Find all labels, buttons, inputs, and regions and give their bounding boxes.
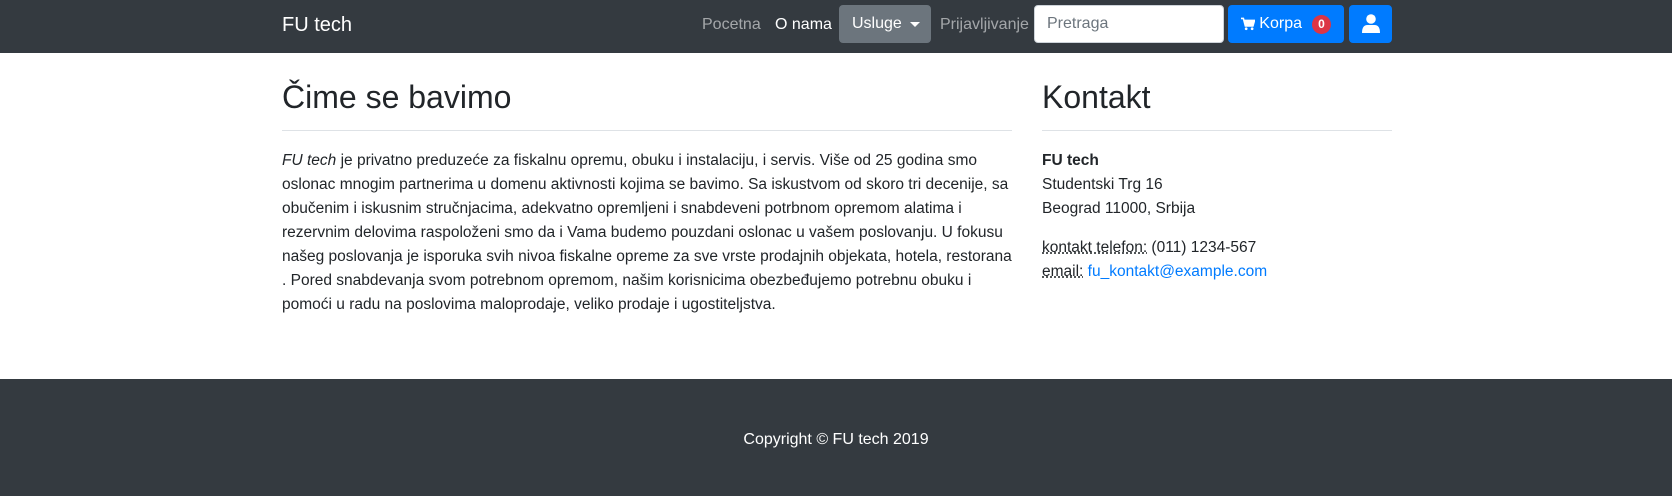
about-divider [282,130,1012,131]
services-dropdown-label: Usluge [852,15,902,32]
about-title: Čime se bavimo [282,79,512,115]
cart-label: Korpa [1259,15,1302,32]
nav-link-about[interactable]: O nama [775,15,832,35]
user-account-button[interactable] [1349,5,1392,43]
contact-spacer [1042,221,1392,236]
about-section: Čime se bavimo FU tech je privatno predu… [282,53,1012,317]
about-paragraph: FU tech je privatno preduzeće za fiskaln… [282,149,1012,317]
contact-street: Studentski Trg 16 [1042,176,1163,193]
cart-count-badge: 0 [1312,14,1331,34]
services-dropdown-button[interactable]: Usluge [839,5,931,43]
phone-label: kontakt telefon: [1042,239,1148,256]
contact-divider [1042,130,1392,131]
caret-down-icon [909,21,920,27]
about-body-text: je privatno preduzeće za fiskalnu opremu… [282,152,1012,313]
email-label: email: [1042,263,1084,280]
contact-email-row: email: fu_kontakt@example.com [1042,260,1392,284]
search-input[interactable] [1034,5,1224,43]
navbar: FU tech Pocetna O nama Usluge Prijavljiv… [0,0,1672,53]
about-company-name: FU tech [282,152,337,169]
nav-link-login[interactable]: Prijavljivanje [940,15,1029,35]
copyright-text: Copyright © FU tech 2019 [743,431,929,448]
contact-section: Kontakt FU tech Studentski Trg 16 Beogra… [1042,53,1392,284]
phone-value: (011) 1234-567 [1147,239,1257,256]
shopping-cart-icon [1241,17,1256,31]
cart-button[interactable]: Korpa 0 [1228,5,1344,43]
contact-phone-row: kontakt telefon: (011) 1234-567 [1042,236,1392,260]
contact-title: Kontakt [1042,79,1151,115]
nav-link-home[interactable]: Pocetna [702,15,761,35]
contact-city: Beograd 11000, Srbija [1042,200,1196,217]
brand-link[interactable]: FU tech [282,13,352,37]
email-link[interactable]: fu_kontakt@example.com [1088,263,1267,280]
footer: Copyright © FU tech 2019 [0,379,1672,496]
contact-company: FU tech [1042,152,1099,169]
user-icon [1361,14,1380,33]
